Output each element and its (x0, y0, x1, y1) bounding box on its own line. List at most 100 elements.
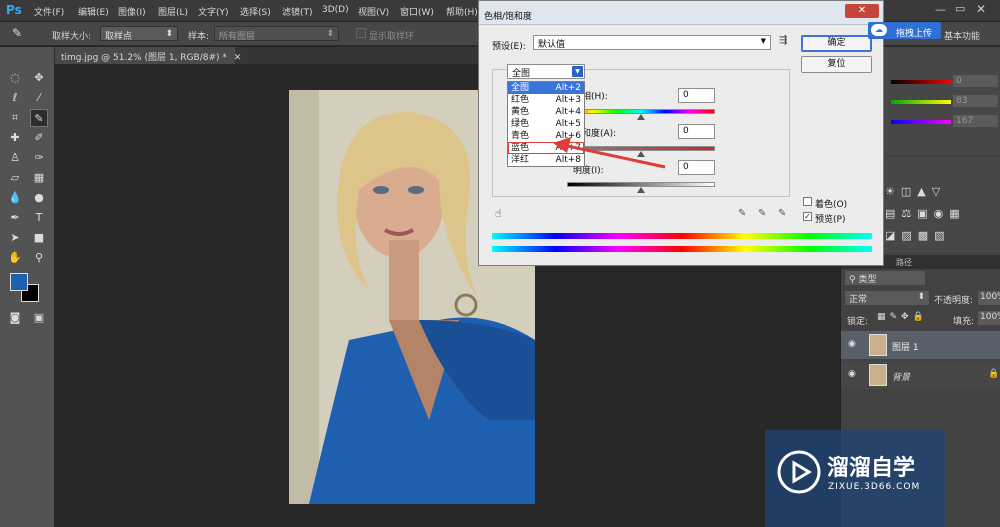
fill-value[interactable]: 100% (978, 311, 1000, 325)
sample-size-select[interactable]: 取样点 ⬍ (100, 26, 178, 42)
stamp-icon[interactable]: ♙ (6, 149, 24, 167)
zoom-icon[interactable]: ⚲ (30, 249, 48, 267)
menu-help[interactable]: 帮助(H) (446, 5, 478, 18)
screen-mode-icon[interactable]: ▣ (30, 309, 48, 327)
menu-3d[interactable]: 3D(D) (322, 5, 349, 15)
layer-row-1[interactable]: ◉ 图层 1 (841, 331, 1000, 359)
preview-checkbox[interactable]: ✓ (803, 212, 812, 221)
saturation-input[interactable]: 0 (678, 124, 715, 139)
eyedropper-tool-icon[interactable]: ✎ (30, 109, 48, 127)
sample-size-value: 取样点 (105, 32, 133, 42)
eyedropper-plus-icon[interactable]: ✎ (758, 208, 766, 219)
channel-option[interactable]: 红色 Alt+3 (508, 94, 584, 106)
eraser-icon[interactable]: ▱ (6, 169, 24, 187)
colorize-checkbox[interactable] (803, 197, 812, 206)
layer-name: 背景 (892, 373, 911, 383)
eyedropper-icon[interactable]: ✎ (12, 26, 22, 40)
dialog-titlebar[interactable]: 色相/饱和度 ✕ (479, 1, 883, 25)
adjustment-icons-row-3[interactable]: ◪▨▩▧ (885, 229, 951, 242)
eyedropper-minus-icon[interactable]: ✎ (778, 208, 786, 219)
dialog-close-icon[interactable]: ✕ (845, 4, 879, 18)
menu-layer[interactable]: 图层(L) (158, 5, 188, 18)
menu-image[interactable]: 图像(I) (118, 5, 146, 18)
blur-icon[interactable]: 💧 (6, 189, 24, 207)
channel-option[interactable]: 黄色 Alt+4 (508, 106, 584, 118)
upload-button[interactable]: ☁ 拖拽上传 (868, 22, 941, 39)
lightness-input[interactable]: 0 (678, 160, 715, 175)
preset-options-icon[interactable]: ⇶ (779, 35, 787, 46)
hue-slider-thumb[interactable] (637, 114, 645, 120)
layer-row-2[interactable]: ◉ 背景 🔒 (841, 361, 1000, 389)
eyedropper-icon[interactable]: ✎ (738, 208, 746, 219)
menu-type[interactable]: 文字(Y) (198, 5, 229, 18)
color-value-g[interactable]: 83 (953, 95, 998, 107)
layer-name: 图层 1 (892, 343, 919, 353)
adjustment-icons-row-1[interactable]: ☀◫▲▽ (885, 185, 946, 198)
brush-icon[interactable]: ✐ (30, 129, 48, 147)
channel-option[interactable]: 绿色 Alt+5 (508, 118, 584, 130)
search-icon: ⚲ (849, 275, 856, 285)
show-ring-label: 显示取样环 (369, 32, 415, 42)
ok-button[interactable]: 确定 (801, 35, 872, 52)
color-value-r[interactable]: 0 (953, 75, 998, 87)
opacity-value[interactable]: 100% (978, 291, 1000, 305)
crop-icon[interactable]: ⌗ (6, 109, 24, 127)
preview-label: 预览(P) (815, 215, 846, 225)
layer-filter-kind[interactable]: ⚲ 类型 (845, 271, 925, 285)
marquee-icon[interactable]: ◌ (6, 69, 24, 87)
close-icon[interactable]: ✕ (976, 2, 986, 16)
sample-select[interactable]: 所有图层 ⬍ (214, 26, 339, 42)
gradient-icon[interactable]: ▦ (30, 169, 48, 187)
menu-file[interactable]: 文件(F) (34, 5, 64, 18)
tab-paths[interactable]: 路径 (896, 258, 912, 267)
minimize-icon[interactable]: — (935, 3, 946, 16)
eye-icon[interactable]: ◉ (848, 369, 856, 379)
color-bar-bottom (492, 246, 872, 252)
tools-panel: ◌ ✥ ℓ ⁄ ⌗ ✎ ✚ ✐ ♙ ✑ ▱ ▦ 💧 ● ✒ T ➤ ■ ✋ ⚲ … (0, 47, 55, 527)
hue-input[interactable]: 0 (678, 88, 715, 103)
menu-edit[interactable]: 编辑(E) (78, 5, 109, 18)
layer-filter-kind-label: 类型 (858, 275, 877, 285)
adjustment-icons-row-2[interactable]: ▤⚖▣◉▦ (885, 207, 966, 220)
blend-mode-select[interactable]: 正常 ⬍ (845, 291, 929, 305)
eye-icon[interactable]: ◉ (848, 339, 856, 349)
color-slider-g[interactable] (891, 100, 951, 104)
document-tab[interactable]: timg.jpg @ 51.2% (图层 1, RGB/8#) * ✕ (55, 47, 241, 64)
hand-icon[interactable]: ✋ (6, 249, 24, 267)
color-value-b[interactable]: 167 (953, 115, 998, 127)
menu-select[interactable]: 选择(S) (240, 5, 271, 18)
menu-window[interactable]: 窗口(W) (400, 5, 434, 18)
chevron-down-icon: ⬍ (165, 29, 173, 39)
show-ring-checkbox[interactable] (356, 28, 366, 38)
rectangle-icon[interactable]: ■ (30, 229, 48, 247)
pen-icon[interactable]: ✒ (6, 209, 24, 227)
hand-adjust-icon[interactable]: ☝ (495, 207, 502, 220)
type-icon[interactable]: T (30, 209, 48, 227)
lightness-slider-thumb[interactable] (637, 187, 645, 193)
dodge-icon[interactable]: ● (30, 189, 48, 207)
lasso-icon[interactable]: ℓ (6, 89, 24, 107)
maximize-icon[interactable]: ▭ (955, 2, 965, 15)
reset-button[interactable]: 复位 (801, 56, 872, 73)
color-slider-b[interactable] (891, 120, 951, 124)
quick-select-icon[interactable]: ⁄ (30, 89, 48, 107)
history-brush-icon[interactable]: ✑ (30, 149, 48, 167)
tab-close-icon[interactable]: ✕ (234, 53, 242, 63)
chevron-down-icon: ▼ (760, 37, 766, 45)
workspace-label[interactable]: 基本功能 (944, 29, 980, 42)
menu-filter[interactable]: 滤镜(T) (282, 5, 313, 18)
channel-select[interactable]: 全图 ▼ (507, 64, 585, 79)
color-slider-r[interactable] (891, 80, 951, 84)
quick-mask-icon[interactable]: ◙ (6, 309, 24, 327)
lock-icons[interactable]: ▦✎✥🔒 (877, 312, 928, 322)
path-select-icon[interactable]: ➤ (6, 229, 24, 247)
chevron-down-icon: ▼ (572, 66, 583, 77)
menu-view[interactable]: 视图(V) (358, 5, 389, 18)
channel-option[interactable]: 全图 Alt+2 (508, 82, 584, 94)
healing-icon[interactable]: ✚ (6, 129, 24, 147)
move-icon[interactable]: ✥ (30, 69, 48, 87)
lock-icon: 🔒 (988, 369, 1000, 379)
foreground-color-swatch[interactable] (10, 273, 28, 291)
preset-select[interactable]: 默认值 ▼ (533, 35, 771, 50)
chevron-down-icon: ⬍ (326, 29, 334, 39)
